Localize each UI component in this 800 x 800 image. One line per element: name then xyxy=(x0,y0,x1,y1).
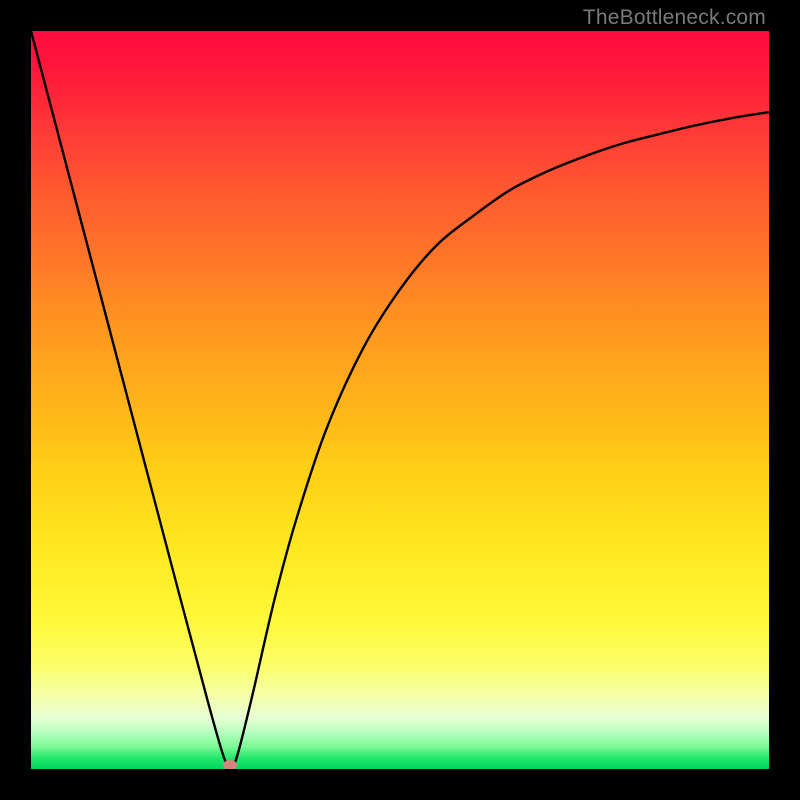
chart-frame: TheBottleneck.com xyxy=(0,0,800,800)
bottleneck-curve xyxy=(31,31,769,769)
plot-area xyxy=(31,31,769,769)
minimum-marker-icon xyxy=(223,760,237,769)
watermark-text: TheBottleneck.com xyxy=(583,6,766,30)
